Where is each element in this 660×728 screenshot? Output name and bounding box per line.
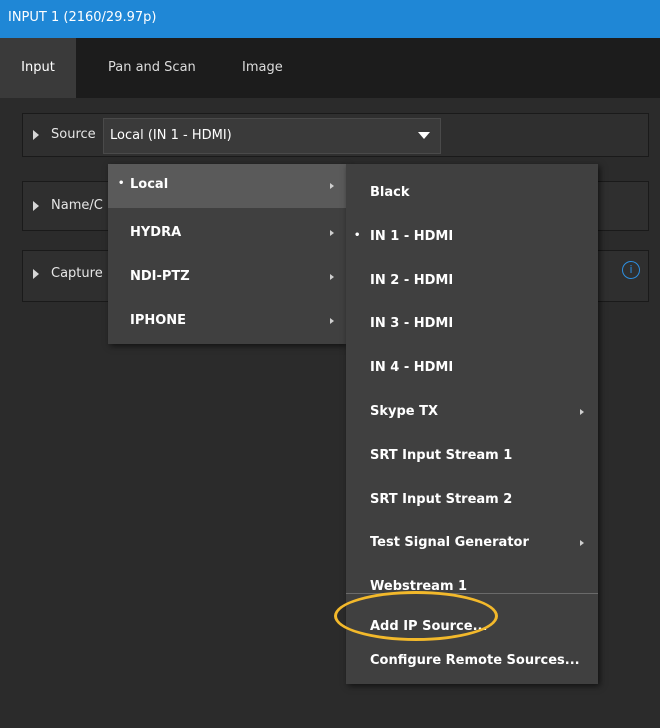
expand-caret-icon[interactable] xyxy=(33,269,39,279)
annotation-highlight-ring xyxy=(334,591,498,641)
menu-item-label: SRT Input Stream 1 xyxy=(370,448,513,463)
chevron-right-icon xyxy=(330,274,334,280)
menu-item-in2-hdmi[interactable]: IN 2 - HDMI xyxy=(346,260,598,300)
chevron-right-icon xyxy=(330,318,334,324)
tab-bar: Input Pan and Scan Image xyxy=(0,38,660,98)
menu-item-hydra[interactable]: HYDRA xyxy=(108,208,346,252)
menu-item-iphone[interactable]: IPHONE xyxy=(108,296,346,340)
menu-item-test-signal-generator[interactable]: Test Signal Generator xyxy=(346,522,598,562)
source-select-value: Local (IN 1 - HDMI) xyxy=(110,128,232,143)
expand-caret-icon[interactable] xyxy=(33,201,39,211)
menu-item-label: Local xyxy=(130,177,169,192)
window-title: INPUT 1 (2160/29.97p) xyxy=(8,10,157,25)
menu-item-in3-hdmi[interactable]: IN 3 - HDMI xyxy=(346,303,598,343)
chevron-right-icon xyxy=(580,540,584,546)
tab-image[interactable]: Image xyxy=(242,38,283,98)
menu-item-label: IN 3 - HDMI xyxy=(370,316,454,331)
chevron-right-icon xyxy=(580,409,584,415)
menu-item-srt-input-stream-2[interactable]: SRT Input Stream 2 xyxy=(346,479,598,519)
menu-item-label: Skype TX xyxy=(370,404,439,419)
menu-item-black[interactable]: Black xyxy=(346,172,598,212)
menu-item-label: Test Signal Generator xyxy=(370,535,529,550)
source-select[interactable]: Local (IN 1 - HDMI) xyxy=(103,118,441,154)
tab-pan-and-scan[interactable]: Pan and Scan xyxy=(108,38,196,98)
selected-bullet-icon: • xyxy=(118,178,125,189)
name-label: Name/C xyxy=(51,198,103,213)
menu-item-in4-hdmi[interactable]: IN 4 - HDMI xyxy=(346,347,598,387)
source-row: Source Local (IN 1 - HDMI) xyxy=(22,113,649,157)
menu-item-ndi-ptz[interactable]: NDI-PTZ xyxy=(108,252,346,296)
menu-item-configure-remote-sources[interactable]: Configure Remote Sources... xyxy=(346,650,598,684)
menu-item-label: IN 1 - HDMI xyxy=(370,229,454,244)
menu-item-label: IN 4 - HDMI xyxy=(370,360,454,375)
info-icon[interactable]: i xyxy=(622,261,640,279)
source-dropdown-menu: • Local HYDRA NDI-PTZ IPHONE xyxy=(108,164,346,344)
chevron-right-icon xyxy=(330,230,334,236)
menu-item-skype-tx[interactable]: Skype TX xyxy=(346,391,598,431)
source-label: Source xyxy=(51,127,96,142)
menu-item-label: NDI-PTZ xyxy=(130,269,190,284)
chevron-down-icon xyxy=(418,132,430,139)
menu-item-label: Black xyxy=(370,185,410,200)
menu-item-label: Configure Remote Sources... xyxy=(370,653,580,668)
menu-item-label: SRT Input Stream 2 xyxy=(370,492,513,507)
menu-item-in1-hdmi[interactable]: • IN 1 - HDMI xyxy=(346,216,598,256)
expand-caret-icon[interactable] xyxy=(33,130,39,140)
menu-item-srt-input-stream-1[interactable]: SRT Input Stream 1 xyxy=(346,435,598,475)
menu-item-label: IPHONE xyxy=(130,313,187,328)
menu-item-local[interactable]: • Local xyxy=(108,164,346,208)
menu-item-label: IN 2 - HDMI xyxy=(370,273,454,288)
menu-item-label: HYDRA xyxy=(130,225,182,240)
selected-bullet-icon: • xyxy=(354,230,361,241)
chevron-right-icon xyxy=(330,183,334,189)
tab-input[interactable]: Input xyxy=(0,38,76,98)
title-bar: INPUT 1 (2160/29.97p) xyxy=(0,0,660,39)
capture-label: Capture xyxy=(51,266,103,281)
